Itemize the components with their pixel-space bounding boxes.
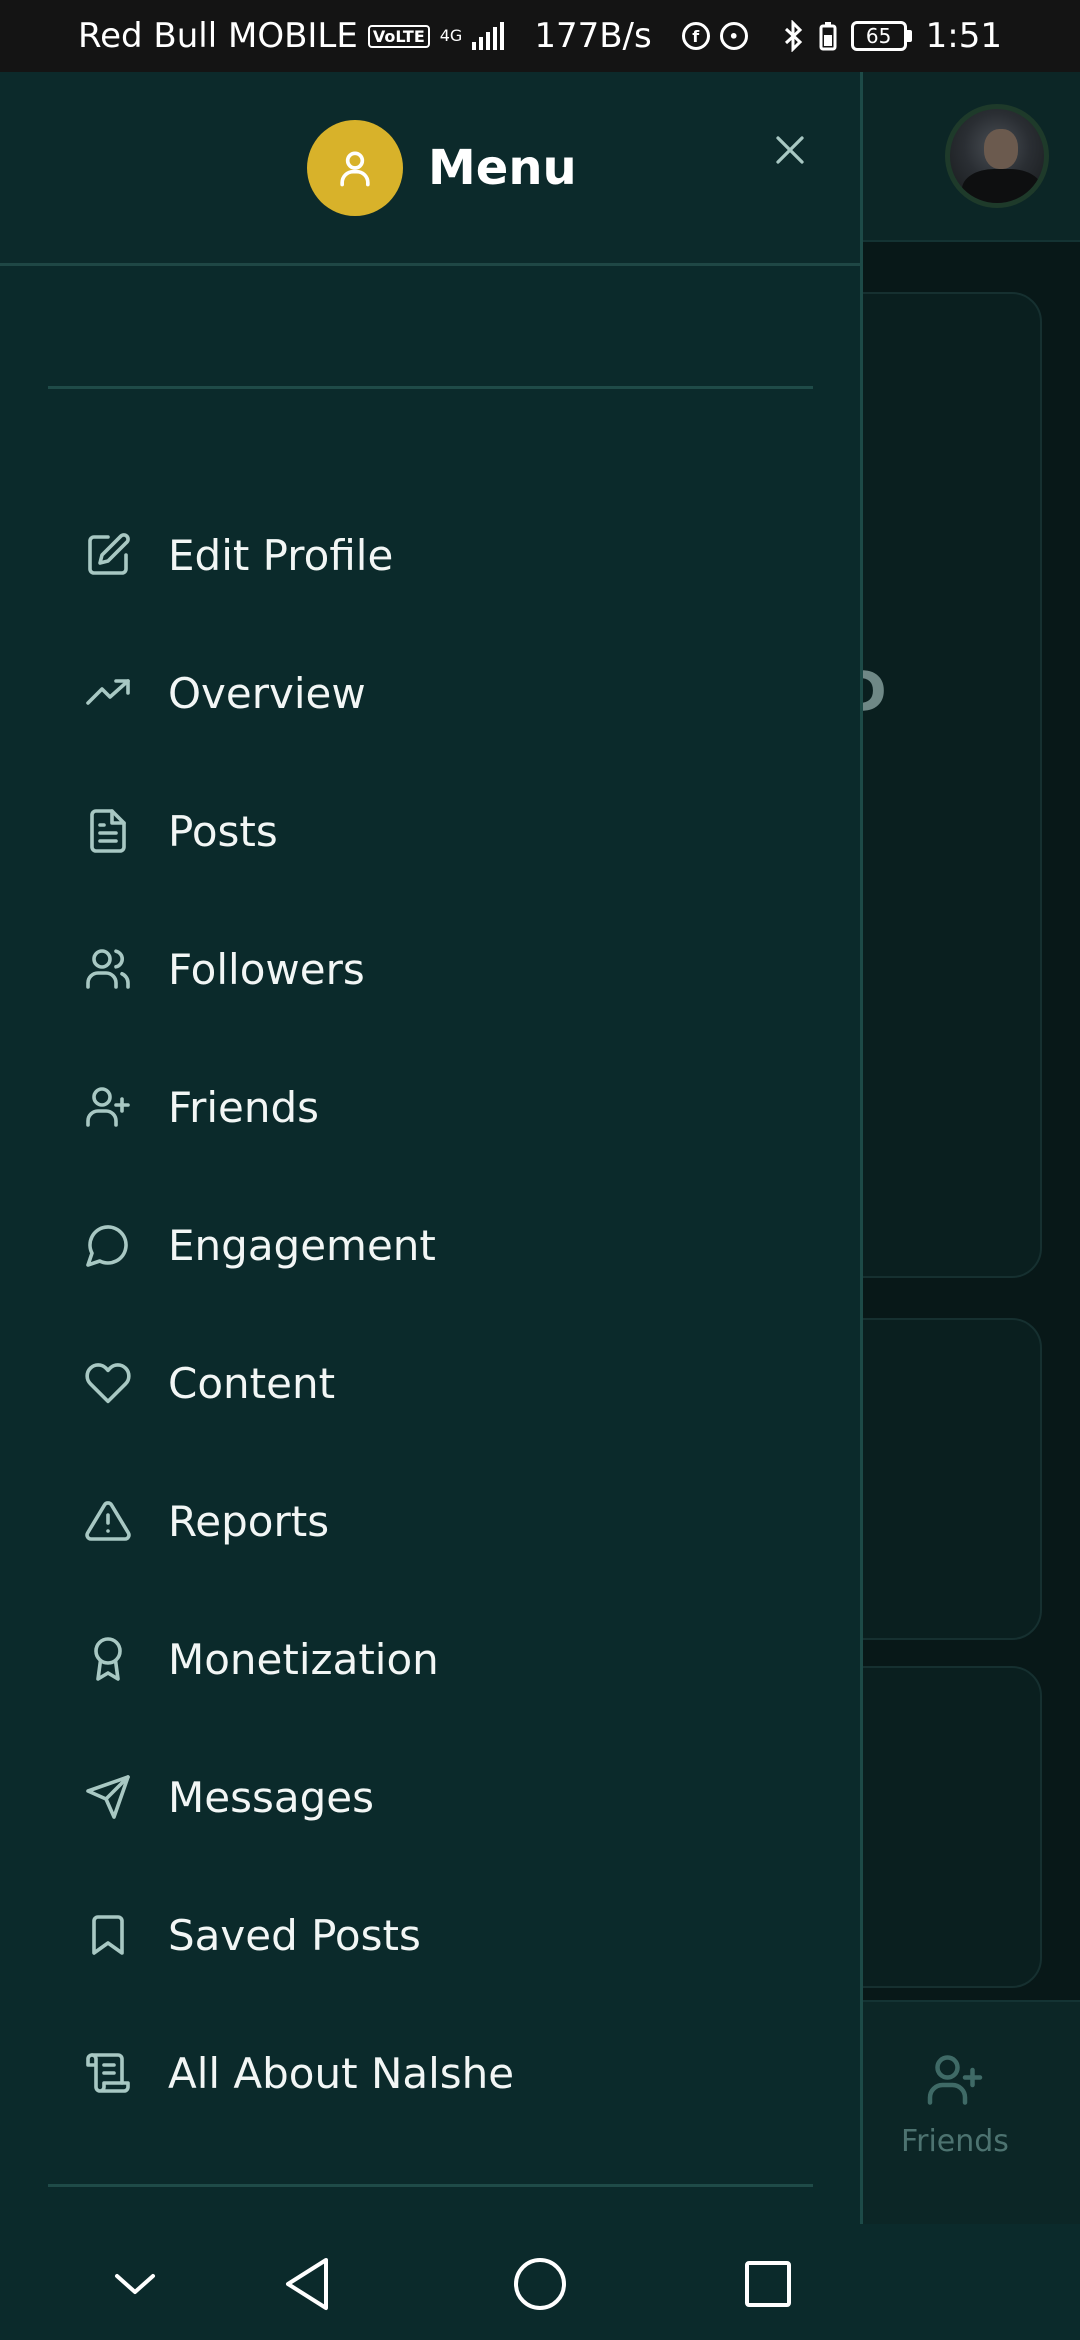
facebook-icon: f: [681, 22, 710, 50]
bottom-nav-friends[interactable]: Friends: [880, 2050, 1030, 2159]
menu-item-friends[interactable]: Friends: [0, 1052, 860, 1162]
menu-item-followers[interactable]: Followers: [0, 914, 860, 1024]
menu-title: Menu: [428, 140, 577, 196]
menu-item-label: Engagement: [168, 1220, 436, 1270]
menu-item-all-about[interactable]: All About Nalshe: [0, 2018, 860, 2128]
recents-square-icon: [745, 2261, 791, 2307]
system-nav-bar: [0, 2224, 1080, 2340]
bottom-nav-friends-label: Friends: [901, 2124, 1009, 2159]
status-left: Red Bull MOBILE VoLTE 4G 177B/s f •: [78, 16, 748, 56]
location-icon: •: [719, 22, 748, 50]
menu-item-label: Content: [168, 1358, 336, 1408]
battery-icon: 65: [850, 21, 912, 51]
clock: 1:51: [925, 16, 1002, 56]
users-icon: [82, 943, 134, 995]
back-triangle-icon: [286, 2258, 328, 2310]
signal-icon: [472, 22, 505, 50]
warning-icon: [82, 1495, 134, 1547]
user-plus-icon: [82, 1081, 134, 1133]
volte-badge: VoLTE: [367, 24, 430, 48]
menu-item-saved-posts[interactable]: Saved Posts: [0, 1880, 860, 1990]
menu-item-reports[interactable]: Reports: [0, 1466, 860, 1576]
menu-item-label: Followers: [168, 944, 365, 994]
screen: Red Bull MOBILE VoLTE 4G 177B/s f • 65 1…: [0, 0, 1080, 2340]
menu-item-label: Friends: [168, 1082, 320, 1132]
menu-item-posts[interactable]: Posts: [0, 776, 860, 886]
side-drawer: Menu Edit Profile Overview Posts Followe…: [0, 72, 863, 2224]
menu-item-engagement[interactable]: Engagement: [0, 1190, 860, 1300]
menu-item-content[interactable]: Content: [0, 1328, 860, 1438]
send-icon: [82, 1771, 134, 1823]
status-bar: Red Bull MOBILE VoLTE 4G 177B/s f • 65 1…: [0, 0, 1080, 72]
menu-item-label: Posts: [168, 806, 278, 856]
scroll-icon: [82, 2047, 134, 2099]
battery-level: 65: [850, 21, 907, 51]
menu-avatar: [307, 120, 403, 216]
edit-icon: [82, 529, 134, 581]
award-icon: [82, 1633, 134, 1685]
heart-icon: [82, 1357, 134, 1409]
home-circle-icon: [514, 2258, 566, 2310]
document-icon: [82, 805, 134, 857]
menu-item-label: Reports: [168, 1496, 330, 1546]
chat-bubble-icon: [82, 1219, 134, 1271]
profile-avatar[interactable]: [945, 104, 1049, 208]
menu-item-messages[interactable]: Messages: [0, 1742, 860, 1852]
menu-item-label: Overview: [168, 668, 366, 718]
battery-saver-icon: [819, 22, 837, 51]
menu-item-label: All About Nalshe: [168, 2048, 515, 2098]
menu-item-label: Saved Posts: [168, 1910, 421, 1960]
menu-item-monetization[interactable]: Monetization: [0, 1604, 860, 1714]
menu-item-label: Edit Profile: [168, 530, 394, 580]
menu-item-label: Messages: [168, 1772, 374, 1822]
menu-item-overview[interactable]: Overview: [0, 638, 860, 748]
divider: [48, 2184, 813, 2187]
menu-item-edit-profile[interactable]: Edit Profile: [0, 500, 860, 610]
user-plus-icon: [927, 2055, 983, 2105]
nav-collapse-button[interactable]: [95, 2244, 175, 2324]
network-type: 4G: [439, 26, 463, 45]
close-icon: [776, 136, 804, 164]
bookmark-icon: [82, 1909, 134, 1961]
nav-recents-button[interactable]: [728, 2244, 808, 2324]
trending-up-icon: [82, 667, 134, 719]
network-speed: 177B/s: [534, 16, 652, 56]
chevron-down-icon: [115, 2274, 155, 2294]
nav-back-button[interactable]: [268, 2244, 348, 2324]
user-icon: [340, 151, 370, 187]
drawer-header: Menu: [0, 72, 860, 266]
nav-home-button[interactable]: [500, 2244, 580, 2324]
bluetooth-icon: [784, 20, 802, 52]
carrier-name: Red Bull MOBILE: [78, 16, 358, 56]
status-right: 65 1:51: [783, 16, 1002, 56]
close-button[interactable]: [764, 124, 816, 176]
divider: [48, 386, 813, 389]
menu-item-label: Monetization: [168, 1634, 439, 1684]
